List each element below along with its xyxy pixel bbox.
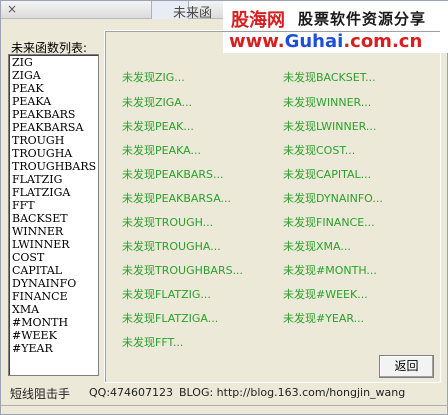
function-list-item[interactable]: FFT bbox=[12, 199, 98, 212]
function-list-item[interactable]: COST bbox=[12, 251, 98, 264]
result-item: 未发现FINANCE... bbox=[283, 216, 375, 229]
watermark-tagline: 股票软件资源分享 bbox=[298, 10, 427, 28]
result-item: 未发现#WEEK... bbox=[283, 288, 368, 301]
result-item: 未发现PEAKBARSA... bbox=[122, 192, 232, 205]
function-list-item[interactable]: #WEEK bbox=[12, 329, 98, 342]
function-list-item[interactable]: TROUGH bbox=[12, 134, 98, 147]
main-window: × 未来函 股海网 股票软件资源分享 www.Guhai.com.cn 未来函数… bbox=[0, 0, 448, 415]
result-item: 未发现FFT... bbox=[122, 336, 184, 349]
function-list-item[interactable]: WINNER bbox=[12, 225, 98, 238]
result-item: 未发现ZIGA... bbox=[122, 96, 193, 109]
status-bar: 短线阻击手 QQ:474607123 BLOG: http://blog.163… bbox=[1, 380, 448, 402]
function-list-item[interactable]: PEAK bbox=[12, 82, 98, 95]
result-item: 未发现BACKSET... bbox=[283, 71, 376, 84]
close-icon[interactable]: × bbox=[7, 2, 21, 16]
back-button[interactable]: 返回 bbox=[379, 355, 434, 378]
function-list-item[interactable]: PEAKBARS bbox=[12, 108, 98, 121]
result-item: 未发现#MONTH... bbox=[283, 264, 377, 277]
result-item: 未发现#YEAR... bbox=[283, 312, 365, 325]
function-list-item[interactable]: CAPITAL bbox=[12, 264, 98, 277]
result-item: 未发现FLATZIG... bbox=[122, 288, 211, 301]
result-item: 未发现CAPITAL... bbox=[283, 168, 372, 181]
function-list-item[interactable]: FINANCE bbox=[12, 290, 98, 303]
function-list-item[interactable]: TROUGHBARS bbox=[12, 160, 98, 173]
result-item: 未发现XMA... bbox=[283, 240, 351, 253]
result-item: 未发现LWINNER... bbox=[283, 120, 377, 133]
result-item: 未发现TROUGHA... bbox=[122, 240, 221, 253]
function-list-item[interactable]: ZIGA bbox=[12, 69, 98, 82]
function-list-item[interactable]: FLATZIG bbox=[12, 173, 98, 186]
result-item: 未发现FLATZIGA... bbox=[122, 312, 219, 325]
function-list-item[interactable]: #YEAR bbox=[12, 342, 98, 355]
result-item: 未发现DYNAINFO... bbox=[283, 192, 383, 205]
function-list-item[interactable]: PEAKBARSA bbox=[12, 121, 98, 134]
status-divider bbox=[1, 405, 448, 406]
status-author: 短线阻击手 bbox=[10, 387, 71, 401]
function-list-item[interactable]: XMA bbox=[12, 303, 98, 316]
result-item: 未发现COST... bbox=[283, 144, 356, 157]
function-list-item[interactable]: FLATZIGA bbox=[12, 186, 98, 199]
result-item: 未发现TROUGH... bbox=[122, 216, 214, 229]
function-list[interactable]: ZIG ZIGA PEAK PEAKA PEAKBARS PEAKBARSA TROUGH T… bbox=[8, 54, 99, 376]
function-list-item[interactable]: BACKSET bbox=[12, 212, 98, 225]
result-item: 未发现PEAK... bbox=[122, 120, 194, 133]
result-item: 未发现ZIG... bbox=[122, 71, 185, 84]
function-list-item[interactable]: PEAKA bbox=[12, 95, 98, 108]
result-item: 未发现TROUGHBARS... bbox=[122, 264, 244, 277]
watermark-logo: 股海网 bbox=[231, 10, 285, 31]
function-list-item[interactable]: TROUGHA bbox=[12, 147, 98, 160]
status-qq: QQ:474607123 bbox=[89, 386, 174, 399]
window-title: 未来函 bbox=[173, 6, 213, 21]
status-blog-link[interactable]: BLOG: http://blog.163.com/hongjin_wang bbox=[179, 386, 405, 399]
function-list-item[interactable]: ZIG bbox=[12, 56, 98, 69]
function-list-item[interactable]: DYNAINFO bbox=[12, 277, 98, 290]
function-list-item[interactable]: #MONTH bbox=[12, 316, 98, 329]
function-list-item[interactable]: LWINNER bbox=[12, 238, 98, 251]
result-item: 未发现WINNER... bbox=[283, 96, 372, 109]
result-item: 未发现PEAKBARS... bbox=[122, 168, 224, 181]
result-item: 未发现PEAKA... bbox=[122, 144, 201, 157]
